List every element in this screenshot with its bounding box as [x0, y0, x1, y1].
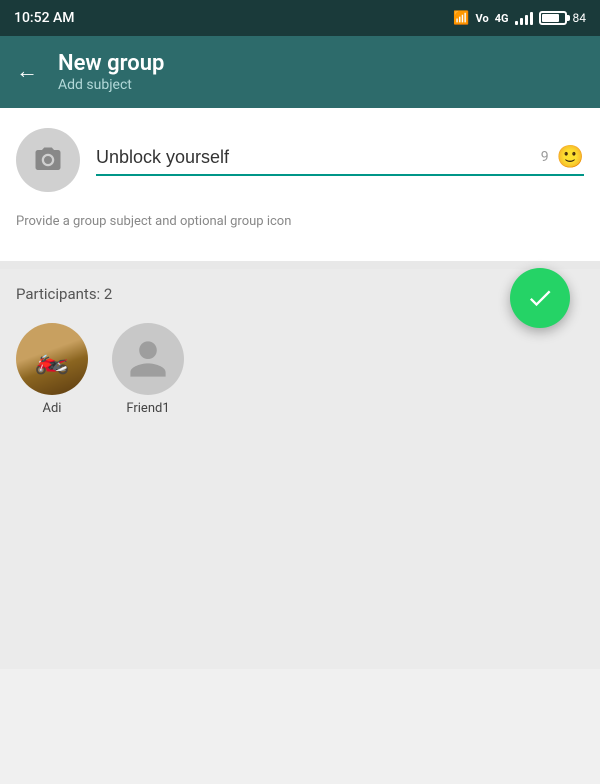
app-bar: ← New group Add subject [0, 36, 600, 108]
app-bar-title-block: New group Add subject [58, 51, 164, 93]
avatar [16, 323, 88, 395]
status-icons: 📶 Vo 4G 84 [453, 11, 586, 26]
participants-section: Participants: 2 Adi Friend1 [0, 269, 600, 669]
signal-badge: Vo [476, 12, 489, 25]
char-count: 9 [541, 149, 549, 165]
list-item: Adi [16, 323, 88, 416]
group-subject-row: 9 🙂 [16, 128, 584, 204]
participants-label: Participants: 2 [16, 285, 584, 303]
subject-input-wrapper: 9 🙂 [96, 145, 584, 176]
confirm-fab[interactable] [510, 268, 570, 328]
checkmark-icon [526, 284, 554, 312]
person-icon [126, 337, 170, 381]
section-divider [0, 261, 600, 269]
page-title: New group [58, 51, 164, 77]
wifi-icon: 📶 [453, 11, 469, 26]
status-time: 10:52 AM [14, 10, 75, 26]
battery-icon [539, 11, 567, 25]
back-button[interactable]: ← [16, 61, 38, 83]
participant-name: Friend1 [126, 401, 169, 416]
signal-bars [515, 11, 533, 25]
group-icon-button[interactable] [16, 128, 80, 192]
page-subtitle: Add subject [58, 77, 164, 93]
avatar [112, 323, 184, 395]
main-content: 9 🙂 Provide a group subject and optional… [0, 108, 600, 261]
battery-level: 84 [573, 11, 587, 25]
4g-badge: 4G [495, 12, 509, 25]
emoji-button[interactable]: 🙂 [557, 145, 584, 170]
list-item: Friend1 [112, 323, 184, 416]
participant-name: Adi [43, 401, 62, 416]
helper-text: Provide a group subject and optional gro… [16, 204, 584, 245]
group-subject-input[interactable] [96, 147, 541, 168]
camera-icon [33, 145, 63, 175]
participants-grid: Adi Friend1 [16, 323, 584, 416]
status-bar: 10:52 AM 📶 Vo 4G 84 [0, 0, 600, 36]
